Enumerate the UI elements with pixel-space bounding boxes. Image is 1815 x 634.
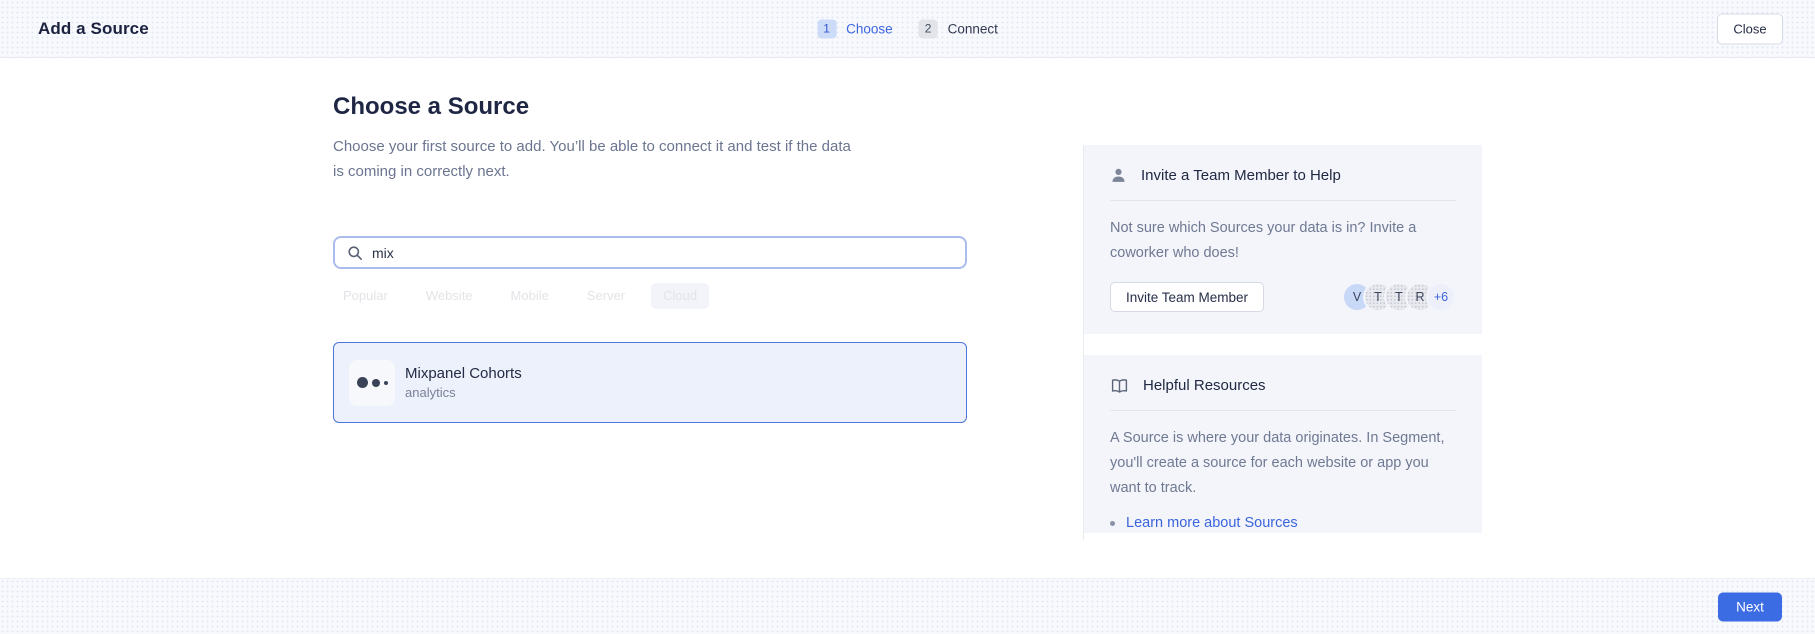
- bullet-icon: [1110, 521, 1115, 526]
- tab-mobile[interactable]: Mobile: [499, 283, 561, 309]
- page-title: Add a Source: [38, 19, 149, 39]
- choose-source-section: Choose a Source Choose your first source…: [333, 92, 967, 423]
- invite-card-body: Not sure which Sources your data is in? …: [1110, 216, 1456, 266]
- source-result-mixpanel-cohorts[interactable]: Mixpanel Cohorts analytics: [333, 342, 967, 423]
- search-input[interactable]: [372, 245, 953, 261]
- invite-card-title: Invite a Team Member to Help: [1141, 167, 1341, 184]
- tab-website[interactable]: Website: [414, 283, 485, 309]
- next-button[interactable]: Next: [1718, 592, 1782, 621]
- source-name: Mixpanel Cohorts: [405, 365, 522, 382]
- category-tabs: Popular Website Mobile Server Cloud: [331, 283, 967, 309]
- step-number-badge: 1: [817, 19, 836, 38]
- add-source-modal: Add a Source 1 Choose 2 Connect Close Ch…: [0, 0, 1815, 634]
- source-category: analytics: [405, 385, 522, 400]
- tab-server[interactable]: Server: [575, 283, 637, 309]
- step-connect[interactable]: 2 Connect: [919, 19, 998, 38]
- source-result-text: Mixpanel Cohorts analytics: [405, 365, 522, 400]
- tab-popular[interactable]: Popular: [331, 283, 400, 309]
- section-heading: Choose a Source: [333, 92, 967, 122]
- modal-footer: Next: [0, 578, 1815, 634]
- divider: [1110, 200, 1456, 201]
- modal-header: Add a Source 1 Choose 2 Connect Close: [0, 0, 1815, 58]
- resources-link-list: Learn more about Sources: [1110, 515, 1456, 531]
- learn-more-sources-link[interactable]: Learn more about Sources: [1126, 515, 1298, 531]
- invite-row: Invite Team Member V T T R +6: [1110, 282, 1456, 312]
- resources-card: Helpful Resources A Source is where your…: [1084, 355, 1482, 533]
- avatar-overflow: +6: [1426, 282, 1456, 312]
- step-indicator: 1 Choose 2 Connect: [817, 19, 998, 38]
- close-button[interactable]: Close: [1717, 13, 1783, 44]
- resources-card-body: A Source is where your data originates. …: [1110, 426, 1456, 501]
- list-item: Learn more about Sources: [1110, 515, 1456, 531]
- mixpanel-logo-icon: [349, 360, 395, 406]
- search-box[interactable]: [333, 236, 967, 269]
- invite-card-header: Invite a Team Member to Help: [1110, 167, 1456, 184]
- avatar-group: V T T R +6: [1342, 282, 1456, 312]
- resources-card-header: Helpful Resources: [1110, 377, 1456, 394]
- divider: [1110, 410, 1456, 411]
- resources-card-title: Helpful Resources: [1143, 377, 1266, 394]
- step-label: Choose: [846, 21, 893, 36]
- section-description: Choose your first source to add. You’ll …: [333, 134, 855, 184]
- tab-cloud[interactable]: Cloud: [651, 283, 709, 309]
- step-label: Connect: [948, 21, 998, 36]
- help-sidebar: Invite a Team Member to Help Not sure wh…: [1084, 145, 1482, 533]
- step-number-badge: 2: [919, 19, 938, 38]
- invite-team-member-button[interactable]: Invite Team Member: [1110, 282, 1264, 312]
- book-icon: [1110, 378, 1129, 394]
- invite-card: Invite a Team Member to Help Not sure wh…: [1084, 145, 1482, 334]
- search-icon: [347, 245, 363, 261]
- person-icon: [1110, 167, 1127, 184]
- step-choose[interactable]: 1 Choose: [817, 19, 893, 38]
